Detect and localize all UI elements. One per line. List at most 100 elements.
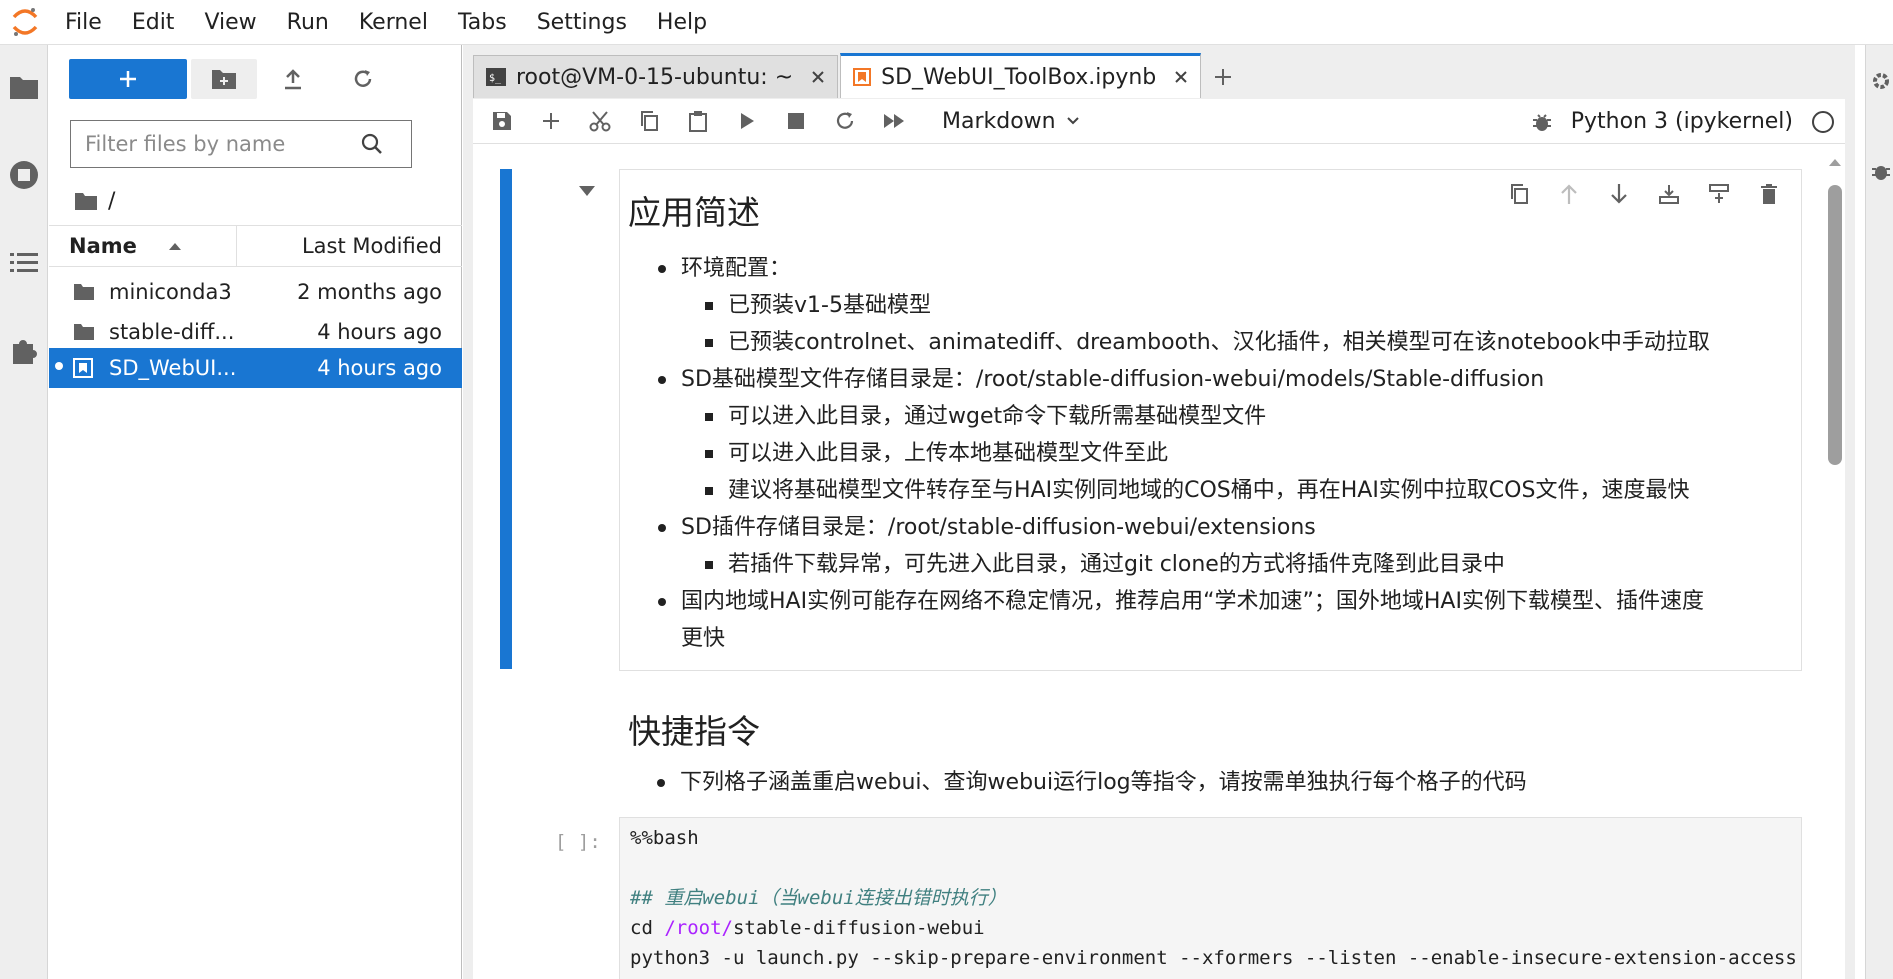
activity-bar <box>0 45 48 979</box>
plus-icon <box>1215 68 1232 85</box>
file-row[interactable]: stable-diff... 4 hours ago <box>49 312 462 352</box>
main-area: $_ root@VM-0-15-ubuntu: ~ SD_WebUI_ToolB… <box>463 45 1855 979</box>
menu-edit[interactable]: Edit <box>117 0 190 45</box>
menu-file[interactable]: File <box>50 0 117 45</box>
breadcrumb-root[interactable]: / <box>108 189 115 214</box>
debugger-icon[interactable] <box>1531 111 1553 133</box>
tab-label: SD_WebUI_ToolBox.ipynb <box>881 64 1157 90</box>
move-up-icon[interactable] <box>1553 178 1585 210</box>
paste-icon[interactable] <box>678 101 718 141</box>
stop-icon[interactable] <box>776 101 816 141</box>
kernel-status-icon <box>1812 110 1834 133</box>
menu-view[interactable]: View <box>189 0 271 45</box>
tab-notebook[interactable]: SD_WebUI_ToolBox.ipynb <box>840 53 1202 98</box>
jupyter-logo-icon <box>0 0 50 45</box>
right-sidebar <box>1865 45 1893 979</box>
terminal-icon: $_ <box>486 68 506 86</box>
input-prompt: [ ]: <box>555 831 601 853</box>
menu-bar: File Edit View Run Kernel Tabs Settings … <box>0 0 1893 45</box>
delete-cell-icon[interactable] <box>1753 178 1785 210</box>
menu-settings[interactable]: Settings <box>522 0 642 45</box>
list-item: 若插件下载异常，可先进入此目录，通过git clone的方式将插件克隆到此目录中 <box>705 546 1710 583</box>
insert-below-icon[interactable] <box>1703 178 1735 210</box>
file-modified: 2 months ago <box>297 280 442 304</box>
plus-icon <box>120 71 136 87</box>
running-sessions-icon[interactable] <box>4 155 44 195</box>
new-folder-icon <box>212 70 236 89</box>
file-name: SD_WebUI... <box>109 356 237 380</box>
code-line: python3 -u launch.py --skip-prepare-envi… <box>630 947 1797 969</box>
tab-bar: $_ root@VM-0-15-ubuntu: ~ SD_WebUI_ToolB… <box>473 53 1243 98</box>
new-folder-button[interactable] <box>191 59 257 99</box>
insert-above-icon[interactable] <box>1653 178 1685 210</box>
code-token: /root/ <box>664 917 733 939</box>
notebook-content: 应用简述 环境配置： 已预装v1-5基础模型 已预装controlnet、ani… <box>473 145 1845 979</box>
folder-icon[interactable] <box>4 67 44 107</box>
filter-files-input[interactable] <box>71 122 361 166</box>
active-cell-indicator <box>500 169 512 669</box>
scrollbar[interactable] <box>1819 145 1845 979</box>
new-launcher-button[interactable] <box>69 59 187 99</box>
file-browser-toolbar <box>49 45 462 115</box>
notebook-icon <box>853 68 872 86</box>
tab-terminal[interactable]: $_ root@VM-0-15-ubuntu: ~ <box>473 55 839 98</box>
notebook-toolbar: Markdown Python 3 (ipykernel) <box>473 99 1845 144</box>
restart-icon[interactable] <box>825 101 865 141</box>
kernel-name[interactable]: Python 3 (ipykernel) <box>1571 109 1793 134</box>
file-row[interactable]: miniconda3 2 months ago <box>49 272 462 312</box>
close-icon[interactable] <box>1174 70 1188 84</box>
cell-type-dropdown[interactable]: Markdown <box>942 109 1080 134</box>
menu-help[interactable]: Help <box>642 0 722 45</box>
cut-icon[interactable] <box>580 101 620 141</box>
new-tab-button[interactable] <box>1203 55 1243 98</box>
list-item: SD基础模型文件存储目录是：/root/stable-diffusion-web… <box>658 361 1710 398</box>
tab-label: root@VM-0-15-ubuntu: ~ <box>516 64 794 90</box>
scrollbar-thumb[interactable] <box>1828 185 1842 465</box>
kernel-area: Python 3 (ipykernel) <box>1531 99 1835 144</box>
copy-icon[interactable] <box>629 101 669 141</box>
refresh-button[interactable] <box>330 59 396 99</box>
file-list-header: Name Last Modified <box>49 225 462 267</box>
add-cell-icon[interactable] <box>531 101 571 141</box>
column-modified-header[interactable]: Last Modified <box>237 234 462 258</box>
duplicate-cell-icon[interactable] <box>1503 178 1535 210</box>
file-row-selected[interactable]: SD_WebUI... 4 hours ago <box>49 348 462 388</box>
upload-icon <box>285 69 301 90</box>
cell-type-label: Markdown <box>942 108 1056 134</box>
close-icon[interactable] <box>811 70 825 84</box>
search-icon <box>361 133 382 154</box>
collapse-heading-icon[interactable] <box>578 185 596 197</box>
markdown-cell[interactable]: 应用简述 环境配置： 已预装v1-5基础模型 已预装controlnet、ani… <box>619 169 1802 671</box>
list-item: 建议将基础模型文件转存至与HAI实例同地域的COS桶中，再在HAI实例中拉取CO… <box>705 472 1710 509</box>
column-name-header[interactable]: Name <box>49 226 237 266</box>
save-icon[interactable] <box>482 101 522 141</box>
code-token: stable-diffusion-webui <box>732 917 985 939</box>
table-of-contents-icon[interactable] <box>4 243 44 283</box>
upload-button[interactable] <box>260 59 326 99</box>
menu-kernel[interactable]: Kernel <box>344 0 443 45</box>
code-cell[interactable]: %%bash ## 重启webui（当webui连接出错时执行） cd /roo… <box>619 817 1802 979</box>
list-item: 已预装v1-5基础模型 <box>705 287 1710 324</box>
file-name: miniconda3 <box>109 280 232 304</box>
code-line: cd /root/stable-diffusion-webui <box>630 913 1791 943</box>
filter-box <box>70 120 412 168</box>
scroll-up-icon[interactable] <box>1828 157 1842 167</box>
property-inspector-icon[interactable] <box>1870 70 1892 92</box>
heading-quick-commands: 快捷指令 <box>628 712 760 751</box>
extension-manager-icon[interactable] <box>4 331 44 371</box>
sort-ascending-icon <box>168 243 181 250</box>
menu-tabs[interactable]: Tabs <box>443 0 522 45</box>
run-icon[interactable] <box>727 101 767 141</box>
move-down-icon[interactable] <box>1603 178 1635 210</box>
fast-forward-icon[interactable] <box>874 101 914 141</box>
notebook-panel: Markdown Python 3 (ipykernel) 应用简述 环境配置：… <box>473 99 1845 979</box>
list-item: 下列格子涵盖重启webui、查询webui运行log等指令，请按需单独执行每个格… <box>657 764 1527 801</box>
file-name: stable-diff... <box>109 320 235 344</box>
menu-run[interactable]: Run <box>272 0 344 45</box>
list-item: SD插件存储目录是：/root/stable-diffusion-webui/e… <box>658 509 1710 546</box>
folder-icon <box>73 283 97 301</box>
debugger-icon[interactable] <box>1870 160 1892 182</box>
markdown-list: 下列格子涵盖重启webui、查询webui运行log等指令，请按需单独执行每个格… <box>657 764 1527 801</box>
home-folder-icon[interactable] <box>74 191 98 211</box>
